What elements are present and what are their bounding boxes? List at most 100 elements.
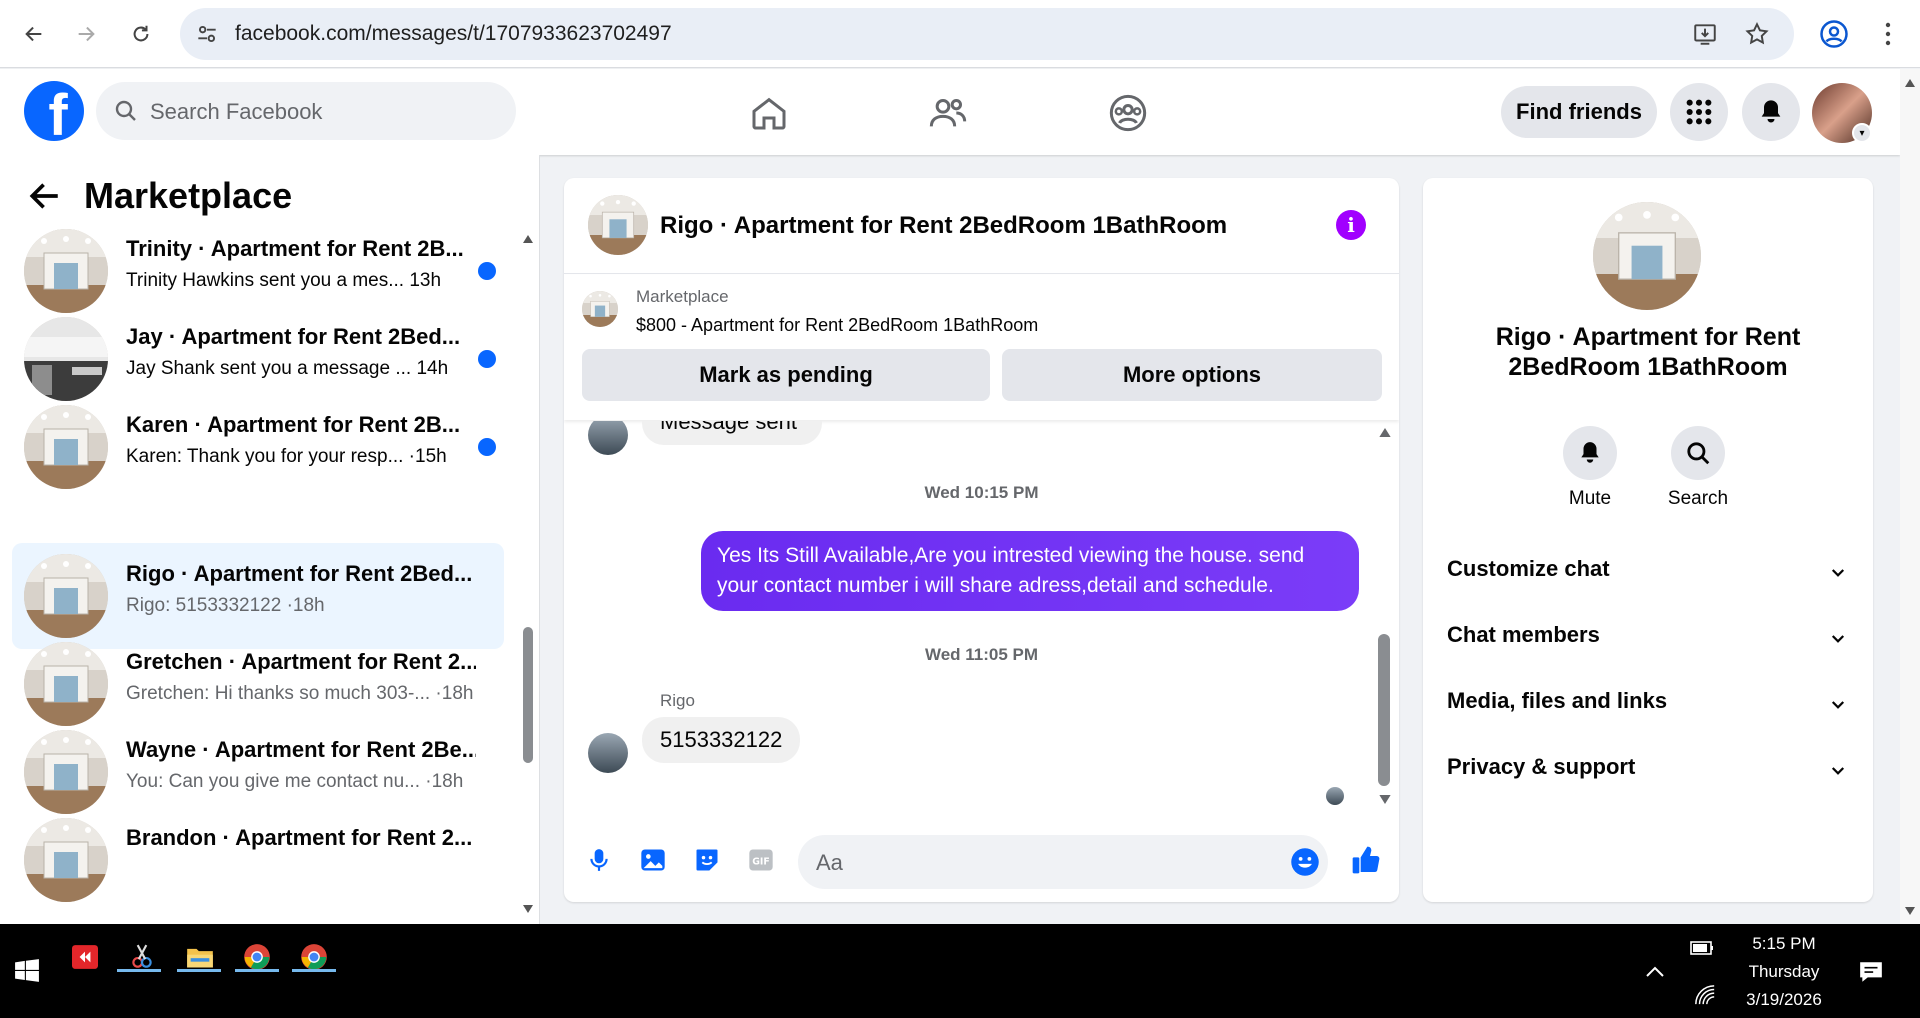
mute-button[interactable]: Mute	[1540, 426, 1640, 510]
battery-icon[interactable]	[1690, 940, 1714, 956]
taskbar-chrome-1[interactable]	[234, 934, 280, 980]
reload-button[interactable]	[121, 14, 161, 54]
scroll-up-icon[interactable]	[1905, 79, 1915, 87]
scroll-down-icon[interactable]	[1905, 907, 1915, 915]
media-files-links-section[interactable]: Media, files and links	[1447, 688, 1847, 728]
install-app-icon[interactable]	[1692, 21, 1718, 47]
listing-title[interactable]: $800 - Apartment for Rent 2BedRoom 1Bath…	[636, 315, 1038, 336]
friends-icon	[929, 99, 967, 127]
menu-button[interactable]	[1670, 83, 1728, 141]
facebook-search[interactable]: Search Facebook	[96, 82, 516, 140]
listing-thumbnail[interactable]	[582, 291, 618, 327]
nav-groups[interactable]	[1104, 89, 1152, 137]
search-placeholder: Search Facebook	[150, 99, 323, 124]
chat-details-panel: Rigo · Apartment for Rent 2BedRoom 1Bath…	[1423, 178, 1873, 902]
like-button[interactable]	[1349, 843, 1383, 877]
outgoing-message-bubble[interactable]: Yes Its Still Available,Are you intreste…	[701, 531, 1359, 611]
image-icon	[641, 849, 665, 871]
chevron-up-icon[interactable]	[1644, 964, 1666, 980]
snipping-tool-icon	[132, 944, 152, 968]
conversation-name: Wayne · Apartment for Rent 2Be...	[126, 737, 476, 762]
conversation-item[interactable]: Karen · Apartment for Rent 2B... Karen: …	[12, 394, 504, 500]
search-label: Search	[1667, 488, 1729, 509]
scroll-down-icon[interactable]	[523, 905, 533, 913]
find-friends-button[interactable]: Find friends	[1501, 86, 1657, 138]
taskbar-chrome-2[interactable]	[291, 934, 337, 980]
emoji-icon[interactable]	[1290, 847, 1320, 877]
sticker-button[interactable]	[690, 843, 724, 877]
chat-title[interactable]: Rigo · Apartment for Rent 2BedRoom 1Bath…	[660, 212, 1227, 240]
conversation-preview: Trinity Hawkins sent you a mes... 13h	[126, 270, 442, 291]
browser-menu-icon[interactable]	[1876, 20, 1900, 48]
chrome-icon	[301, 944, 327, 970]
bookmark-star-icon[interactable]	[1744, 21, 1770, 47]
browser-toolbar: facebook.com/messages/t/1707933623702497	[0, 0, 1920, 68]
url-text[interactable]: facebook.com/messages/t/1707933623702497	[235, 22, 672, 46]
details-avatar[interactable]	[1593, 202, 1701, 310]
chat-scroll-thumb[interactable]	[1378, 634, 1390, 786]
svg-text:GIF: GIF	[752, 857, 770, 868]
windows-start-icon[interactable]	[14, 958, 40, 984]
facebook-logo[interactable]: f	[24, 81, 84, 141]
clock-time[interactable]: 5:15 PM	[1729, 934, 1839, 954]
marketplace-label: Marketplace	[636, 287, 729, 306]
mark-as-pending-button[interactable]: Mark as pending	[582, 349, 990, 401]
back-button[interactable]	[14, 14, 54, 54]
chevron-down-icon	[1831, 767, 1845, 775]
partial-message-bubble: Message sent	[642, 421, 822, 445]
conversation-name: Trinity · Apartment for Rent 2B...	[126, 236, 464, 261]
voice-clip-button[interactable]	[582, 843, 616, 877]
message-thread: Message sent Wed 10:15 PM Yes Its Still …	[564, 421, 1399, 821]
notifications-button[interactable]	[1742, 83, 1800, 141]
scroll-up-icon[interactable]	[523, 235, 533, 243]
chat-avatar[interactable]	[588, 195, 648, 255]
clock-date[interactable]: 3/19/2026	[1729, 990, 1839, 1010]
taskbar-file-explorer[interactable]	[177, 934, 223, 980]
forward-button[interactable]	[66, 14, 106, 54]
page-scrollbar[interactable]	[1900, 69, 1920, 924]
chevron-down-icon	[1831, 569, 1845, 577]
message-input[interactable]: Aa	[798, 835, 1328, 889]
account-menu-caret[interactable]: ▾	[1852, 123, 1872, 143]
more-options-button[interactable]: More options	[1002, 349, 1382, 401]
chat-members-section[interactable]: Chat members	[1447, 622, 1847, 662]
conversation-name: Rigo · Apartment for Rent 2Bed...	[126, 561, 473, 586]
nav-friends[interactable]	[924, 89, 972, 137]
incoming-message-bubble[interactable]: 5153332122	[642, 717, 801, 763]
scroll-up-icon[interactable]	[1379, 428, 1391, 437]
conversation-time: 15h	[415, 446, 447, 467]
chevron-down-icon	[1831, 701, 1845, 709]
conversation-preview: Rigo: 5153332122 ·18h	[126, 595, 325, 616]
privacy-support-section[interactable]: Privacy & support	[1447, 754, 1847, 794]
conversation-time: 13h	[409, 270, 442, 291]
home-icon	[752, 97, 786, 130]
arrow-right-icon	[78, 26, 95, 42]
sidebar-scrollbar[interactable]	[521, 235, 535, 915]
attach-photo-button[interactable]	[636, 843, 670, 877]
gif-button[interactable]: GIF	[744, 843, 778, 877]
facebook-header: f Search Facebook Find friends ▾	[0, 69, 1900, 155]
nav-home[interactable]	[745, 89, 793, 137]
folder-icon	[187, 948, 213, 968]
profile-icon[interactable]	[1819, 19, 1849, 49]
site-settings-icon[interactable]	[194, 21, 220, 47]
bell-icon	[1761, 100, 1781, 123]
bell-icon	[1581, 442, 1599, 463]
sidebar-scroll-thumb[interactable]	[523, 627, 533, 763]
seen-indicator-avatar	[1326, 787, 1344, 805]
search-in-chat-button[interactable]: Search	[1648, 426, 1748, 510]
clock-day[interactable]: Thursday	[1729, 962, 1839, 982]
wifi-icon[interactable]	[1694, 984, 1716, 1006]
taskbar-app-red[interactable]	[62, 934, 108, 980]
sender-avatar[interactable]	[588, 733, 628, 773]
address-bar[interactable]: facebook.com/messages/t/1707933623702497	[180, 8, 1794, 60]
customize-chat-section[interactable]: Customize chat	[1447, 556, 1847, 596]
back-arrow-icon[interactable]	[28, 179, 62, 213]
listing-thumbnail	[24, 818, 108, 902]
scroll-down-icon[interactable]	[1379, 795, 1391, 804]
notification-center-icon[interactable]	[1858, 959, 1884, 985]
taskbar-app-snipping[interactable]	[119, 934, 165, 980]
active-indicator	[177, 969, 221, 972]
conversation-item[interactable]: Brandon · Apartment for Rent 2...	[12, 807, 504, 913]
info-icon[interactable]: i	[1336, 210, 1366, 240]
